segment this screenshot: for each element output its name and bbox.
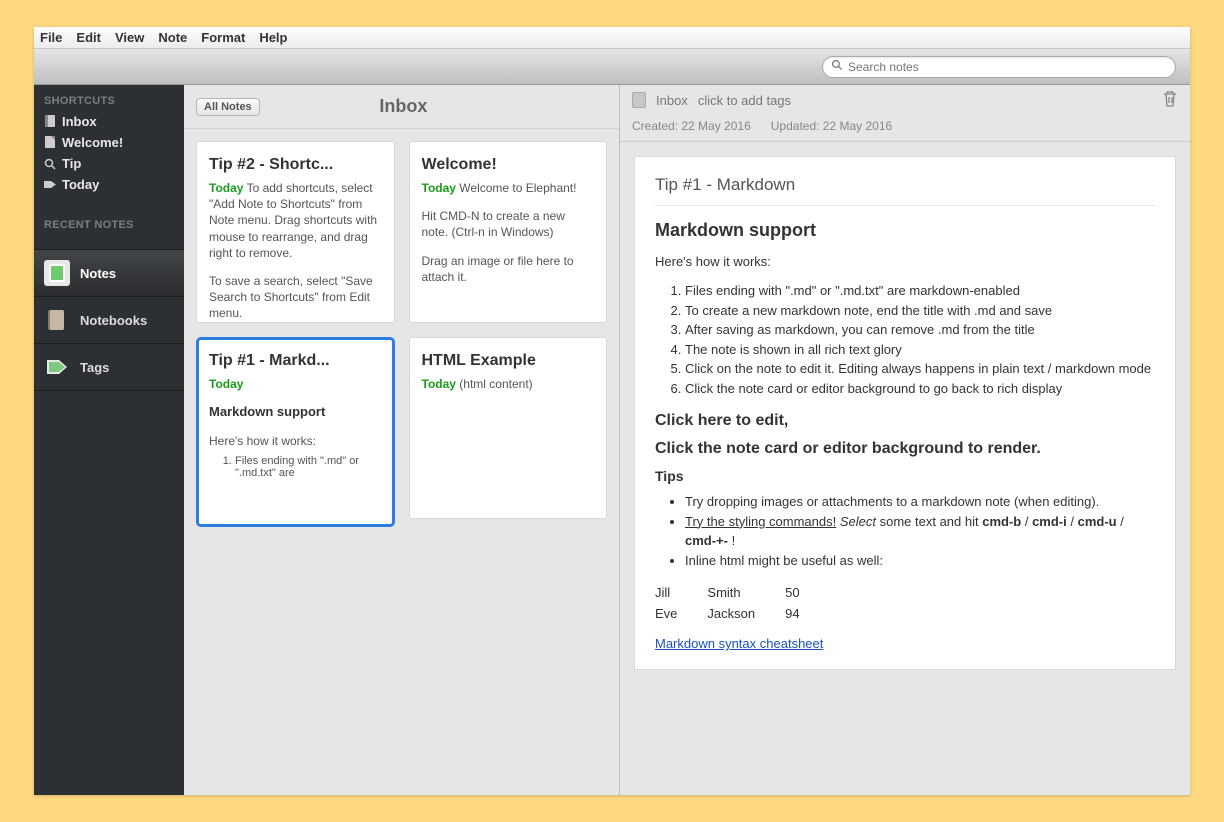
nav-notes[interactable]: Notes [34,250,184,297]
cheatsheet-link[interactable]: Markdown syntax cheatsheet [655,636,823,651]
note-card[interactable]: Tip #2 - Shortc... Today To add shortcut… [196,141,395,323]
shortcut-label: Inbox [62,114,97,129]
editor-metadata: Inbox click to add tags Created: 22 May … [620,85,1190,142]
content-list: Try dropping images or attachments to a … [685,492,1155,570]
menu-bar: File Edit View Note Format Help [34,27,1190,49]
notebook-title: Inbox [200,96,607,117]
shortcut-tip[interactable]: Tip [34,153,184,174]
card-snippet: Today To add shortcuts, select "Add Note… [209,180,382,261]
notebook-name[interactable]: Inbox [656,93,688,108]
note-list-panel: All Notes Inbox Tip #2 - Shortc... Today… [184,85,620,795]
notebook-icon [44,116,56,128]
nav-notebooks[interactable]: Notebooks [34,297,184,344]
menu-format[interactable]: Format [201,30,245,45]
search-icon [831,59,848,74]
content-text: Here's how it works: [655,253,1155,271]
nav-label: Notes [80,266,116,281]
content-heading: Markdown support [655,220,1155,241]
card-snippet: Drag an image or file here to attach it. [422,253,595,285]
tag-icon [44,179,56,191]
notes-icon [44,260,70,286]
card-snippet: Here's how it works: [209,433,382,449]
card-snippet: Today Welcome to Elephant! [422,180,595,196]
tag-field[interactable]: click to add tags [698,93,791,108]
menu-file[interactable]: File [40,30,62,45]
editor-panel: Inbox click to add tags Created: 22 May … [620,85,1190,795]
card-snippet: To save a search, select "Save Search to… [209,273,382,322]
card-title: Tip #1 - Markd... [209,352,382,370]
nav-label: Notebooks [80,313,147,328]
app-window: File Edit View Note Format Help SHORTCUT… [34,27,1190,795]
note-cards-grid: Tip #2 - Shortc... Today To add shortcut… [184,129,619,795]
content-heading: Tips [655,468,1155,484]
updated-date: Updated: 22 May 2016 [771,119,892,133]
shortcuts-header: SHORTCUTS [34,85,184,111]
card-list: Files ending with ".md" or ".md.txt" are [235,455,382,479]
content-list: Files ending with ".md" or ".md.txt" are… [685,281,1155,398]
card-title: Tip #2 - Shortc... [209,156,382,174]
tags-icon [44,354,70,380]
card-snippet: Today (html content) [422,376,595,392]
menu-note[interactable]: Note [158,30,187,45]
notebook-icon [632,92,646,108]
menu-help[interactable]: Help [259,30,287,45]
content-table: JillSmith50 EveJackson94 [655,582,830,624]
nav-tags[interactable]: Tags [34,344,184,391]
card-snippet: Hit CMD-N to create a new note. (Ctrl-n … [422,208,595,240]
main-nav: Notes Notebooks Tags [34,249,184,391]
content-heading: Click the note card or editor background… [655,440,1155,458]
menu-edit[interactable]: Edit [76,30,101,45]
card-date: Today [209,376,382,392]
note-title[interactable]: Tip #1 - Markdown [655,175,1155,206]
toolbar [34,49,1190,85]
created-date: Created: 22 May 2016 [632,119,751,133]
shortcut-label: Welcome! [62,135,123,150]
search-input[interactable] [848,60,1167,74]
note-card-selected[interactable]: Tip #1 - Markd... Today Markdown support… [196,337,395,527]
trash-button[interactable] [1162,90,1178,111]
search-icon [44,158,56,170]
shortcut-label: Today [62,177,99,192]
note-list-header: All Notes Inbox [184,85,619,129]
card-title: Welcome! [422,156,595,174]
menu-view[interactable]: View [115,30,144,45]
note-content[interactable]: Tip #1 - Markdown Markdown support Here'… [634,156,1176,670]
note-card[interactable]: Welcome! Today Welcome to Elephant! Hit … [409,141,608,323]
content-heading: Click here to edit, [655,412,1155,430]
card-heading: Markdown support [209,404,382,419]
notebooks-icon [44,307,70,333]
nav-label: Tags [80,360,109,375]
shortcut-inbox[interactable]: Inbox [34,111,184,132]
recent-notes-header: RECENT NOTES [34,209,184,235]
search-field[interactable] [822,56,1176,78]
note-card[interactable]: HTML Example Today (html content) [409,337,608,519]
main-area: SHORTCUTS Inbox Welcome! Tip Today RECEN… [34,85,1190,795]
shortcut-label: Tip [62,156,81,171]
shortcut-today[interactable]: Today [34,174,184,195]
note-icon [44,137,56,149]
shortcut-welcome[interactable]: Welcome! [34,132,184,153]
card-title: HTML Example [422,352,595,370]
sidebar: SHORTCUTS Inbox Welcome! Tip Today RECEN… [34,85,184,795]
